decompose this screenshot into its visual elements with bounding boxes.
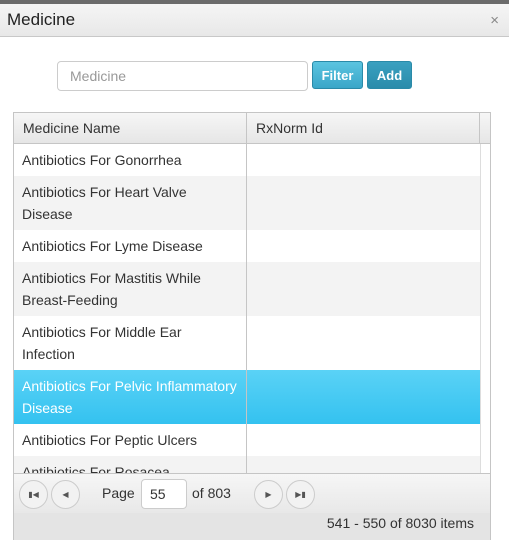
- vertical-scrollbar[interactable]: [480, 144, 490, 473]
- medicine-name-cell: Antibiotics For Pelvic Inflammatory Dise…: [14, 370, 247, 424]
- dialog-titlebar: Medicine ×: [0, 4, 509, 37]
- medicine-name-cell: Antibiotics For Heart Valve Disease: [14, 176, 247, 230]
- rxnorm-id-cell: [247, 230, 480, 262]
- column-header-rxnorm-id[interactable]: RxNorm Id: [247, 113, 480, 143]
- table-row[interactable]: Antibiotics For Lyme Disease: [14, 230, 480, 262]
- last-page-icon[interactable]: ▶▮: [286, 480, 315, 509]
- medicine-name-cell: Antibiotics For Mastitis While Breast-Fe…: [14, 262, 247, 316]
- medicine-name-cell: Antibiotics For Middle Ear Infection: [14, 316, 247, 370]
- page-count: of 803: [192, 485, 231, 501]
- close-icon[interactable]: ×: [490, 12, 499, 29]
- table-row[interactable]: Antibiotics For Pelvic Inflammatory Dise…: [14, 370, 480, 424]
- table-row[interactable]: Antibiotics For Gonorrhea: [14, 144, 480, 176]
- next-page-icon[interactable]: ▶: [254, 480, 283, 509]
- medicine-name-cell: Antibiotics For Gonorrhea: [14, 144, 247, 176]
- table-row[interactable]: Antibiotics For Middle Ear Infection: [14, 316, 480, 370]
- page-number-input[interactable]: [141, 479, 187, 509]
- rxnorm-id-cell: [247, 370, 480, 424]
- rxnorm-id-cell: [247, 176, 480, 230]
- medicine-search-input[interactable]: [57, 61, 308, 91]
- table-row[interactable]: Antibiotics For Rosacea: [14, 456, 480, 473]
- medicine-name-cell: Antibiotics For Peptic Ulcers: [14, 424, 247, 456]
- column-header-medicine-name[interactable]: Medicine Name: [14, 113, 247, 143]
- pager-footer: 541 - 550 of 8030 items: [14, 513, 490, 540]
- previous-page-icon[interactable]: ◀: [51, 480, 80, 509]
- medicine-grid: Medicine Name RxNorm Id Antibiotics For …: [13, 112, 491, 540]
- dialog-title: Medicine: [7, 10, 76, 29]
- medicine-name-cell: Antibiotics For Rosacea: [14, 456, 247, 473]
- page-label: Page: [102, 485, 135, 501]
- add-button[interactable]: Add: [367, 61, 412, 89]
- grid-body: Antibiotics For Gonorrhea Antibiotics For…: [14, 144, 480, 473]
- rxnorm-id-cell: [247, 424, 480, 456]
- filter-button[interactable]: Filter: [312, 61, 363, 89]
- grid-header: Medicine Name RxNorm Id: [14, 113, 490, 144]
- pager: ▮◀ ◀ Page of 803 ▶ ▶▮: [14, 473, 490, 513]
- rxnorm-id-cell: [247, 262, 480, 316]
- first-page-icon[interactable]: ▮◀: [19, 480, 48, 509]
- rxnorm-id-cell: [247, 316, 480, 370]
- medicine-name-cell: Antibiotics For Lyme Disease: [14, 230, 247, 262]
- rxnorm-id-cell: [247, 456, 480, 473]
- table-row[interactable]: Antibiotics For Mastitis While Breast-Fe…: [14, 262, 480, 316]
- table-row[interactable]: Antibiotics For Peptic Ulcers: [14, 424, 480, 456]
- table-row[interactable]: Antibiotics For Heart Valve Disease: [14, 176, 480, 230]
- rxnorm-id-cell: [247, 144, 480, 176]
- pager-info: 541 - 550 of 8030 items: [326, 515, 474, 531]
